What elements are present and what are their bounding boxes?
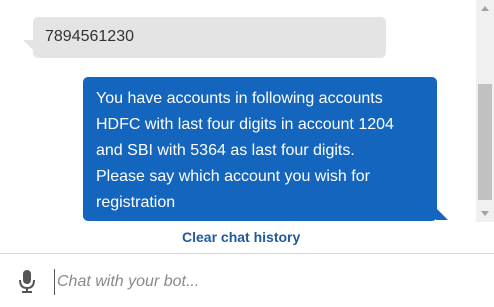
scrollbar-thumb[interactable] xyxy=(478,84,492,200)
bot-message-line: You have accounts in following accounts xyxy=(96,90,383,107)
bot-message-line: registration xyxy=(96,194,176,211)
chat-widget: 7894561230 You have accounts in followin… xyxy=(0,0,494,307)
scroll-up-arrow-icon[interactable] xyxy=(476,0,494,17)
bot-message-bubble: You have accounts in following accounts … xyxy=(83,77,448,221)
input-divider xyxy=(0,253,494,254)
scroll-down-arrow-icon[interactable] xyxy=(476,205,494,222)
bot-message-line: and SBI with 5364 as last four digits. xyxy=(96,142,355,159)
bot-message-line: HDFC with last four digits in account 12… xyxy=(96,116,394,133)
chat-scrollbar[interactable] xyxy=(476,0,494,222)
user-message-text: 7894561230 xyxy=(45,28,134,45)
chat-input[interactable] xyxy=(54,269,477,295)
chat-history: 7894561230 You have accounts in followin… xyxy=(0,0,476,222)
clear-chat-history-link[interactable]: Clear chat history xyxy=(182,229,300,245)
microphone-icon[interactable] xyxy=(18,269,36,294)
bot-message-line: Please say which account you wish for xyxy=(96,168,370,185)
user-message-bubble: 7894561230 xyxy=(23,17,386,58)
